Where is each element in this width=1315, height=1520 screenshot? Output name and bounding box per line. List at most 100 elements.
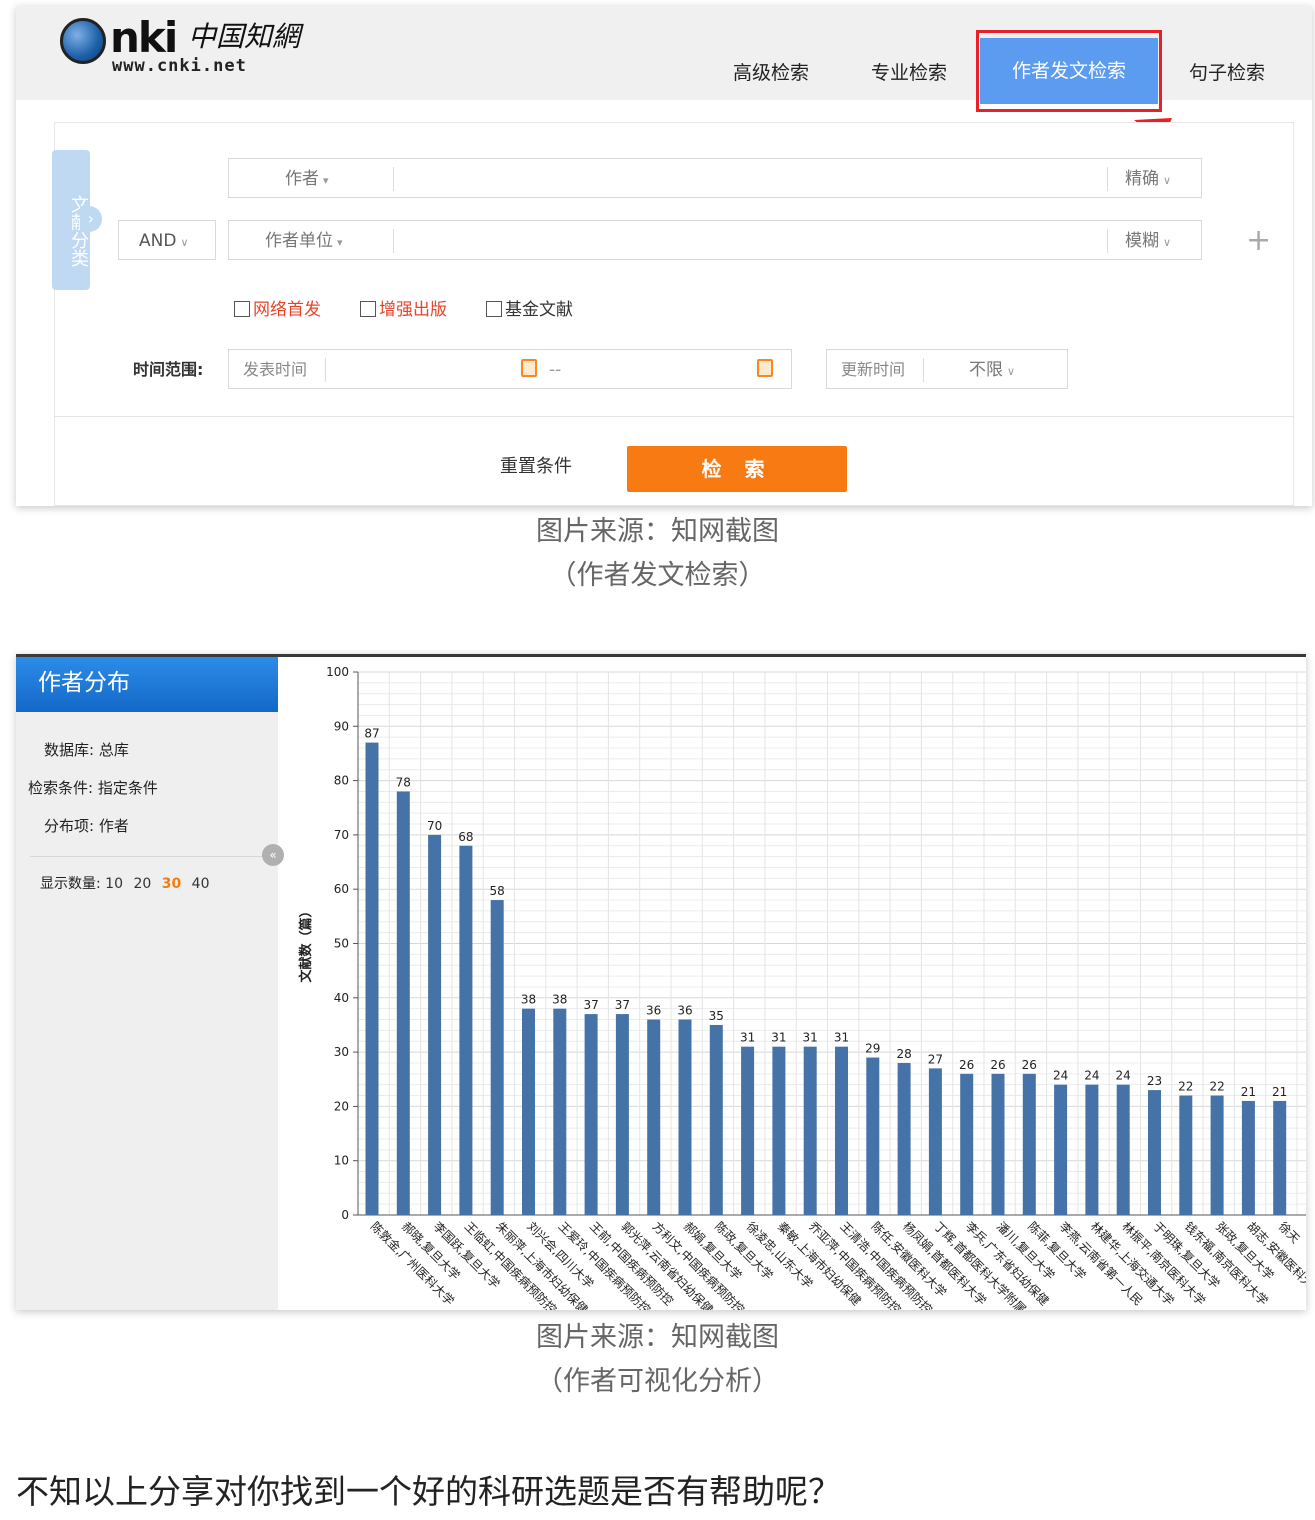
caret-down-icon: ▾ [337,236,343,249]
match-select-fuzzy[interactable]: 模糊 ∨ [1125,221,1171,263]
footer-question: 不知以上分享对你找到一个好的科研选题是否有帮助呢？ [16,1472,841,1511]
publish-time-range: 发表时间 -- [228,349,792,389]
bar-value-label: 29 [865,1042,880,1056]
bar-value-label: 38 [552,993,567,1007]
count-option-40[interactable]: 40 [192,874,210,894]
bar [1148,1090,1161,1215]
tab-sentence-search[interactable]: 句子检索 [1172,56,1282,90]
y-tick-label: 10 [334,1154,349,1168]
checkbox-icon[interactable] [360,301,376,317]
affiliation-input[interactable] [397,225,1097,255]
y-tick-label: 40 [334,991,349,1005]
checkbox-enhanced[interactable]: 增强出版 [360,298,447,322]
count-option-10[interactable]: 10 [105,874,123,894]
bar [615,1014,629,1215]
chevron-down-icon: ∨ [180,236,189,249]
end-date-input[interactable] [573,354,749,384]
y-tick-label: 90 [334,719,349,733]
count-option-30[interactable]: 30 [162,874,181,894]
caret-down-icon: ▾ [323,174,329,187]
update-time-value[interactable]: 不限 ∨ [969,350,1015,392]
logo-text: nki [110,13,178,62]
affiliation-search-row: 作者单位 ▾ 模糊 ∨ [228,220,1202,260]
bar-value-label: 26 [990,1058,1005,1072]
bar-value-label: 22 [1209,1080,1224,1094]
bar-value-label: 28 [896,1047,911,1061]
bar [897,1062,911,1215]
bar-value-label: 24 [1116,1069,1131,1083]
display-count-label: 显示数量: [40,876,101,892]
bar [396,791,410,1215]
bar [1022,1073,1036,1215]
bar-value-label: 37 [615,998,630,1012]
form-divider [54,416,1294,417]
calendar-icon[interactable] [521,359,537,377]
caption-2-source: 图片来源：知网截图 [536,1322,779,1353]
bar-value-label: 24 [1053,1069,1068,1083]
bar [741,1046,755,1215]
bar-value-label: 38 [521,993,536,1007]
bar [490,900,504,1215]
bar [1116,1084,1130,1215]
bar [835,1046,848,1215]
publish-time-label: 发表时间 [243,360,308,379]
bar [1210,1095,1224,1215]
caption-1-title: （作者发文检索） [549,560,766,591]
time-range-label: 时间范围: [133,360,204,379]
add-row-plus-icon[interactable]: + [1246,226,1271,256]
bar-value-label: 87 [364,727,379,741]
checkbox-icon[interactable] [486,301,502,317]
bar [1054,1084,1068,1215]
bar [365,742,379,1215]
caption-1-source: 图片来源：知网截图 [536,516,779,547]
author-input[interactable] [397,163,1097,193]
calendar-icon[interactable] [757,359,773,377]
bar [428,834,442,1215]
start-date-input[interactable] [329,354,515,384]
bar [928,1068,942,1215]
bar [678,1019,692,1215]
bar-value-label: 23 [1147,1074,1162,1088]
checkbox-icon[interactable] [234,301,250,317]
bar [772,1046,786,1215]
logo-chinese: 中国知網 [188,20,301,53]
bar-value-label: 26 [1022,1058,1037,1072]
chevron-down-icon: ∨ [1007,365,1016,378]
tab-professional-search[interactable]: 专业检索 [854,56,964,90]
top-border-strip [16,654,1306,657]
bar [803,1046,817,1215]
info-database: 数据库: 总库 [44,741,129,759]
checkbox-online-first[interactable]: 网络首发 [234,298,321,322]
bar-value-label: 21 [1272,1085,1287,1099]
bar-value-label: 24 [1084,1069,1099,1083]
bar-value-label: 37 [583,998,598,1012]
bar [1273,1100,1287,1215]
field-select-author[interactable]: 作者 ▾ [285,159,329,201]
update-time-label: 更新时间 [841,360,906,379]
cnki-globe-icon [60,18,106,64]
update-time-select[interactable]: 更新时间 不限 ∨ [826,349,1068,389]
tab-advanced-search[interactable]: 高级检索 [716,56,826,90]
bar-value-label: 58 [490,884,505,898]
checkbox-fund[interactable]: 基金文献 [486,298,573,322]
bar-value-label: 21 [1241,1085,1256,1099]
bar-value-label: 27 [928,1052,943,1066]
y-axis-title: 文献数（篇） [298,904,314,982]
range-separator: -- [549,360,562,380]
search-button[interactable]: 检 索 [627,446,847,492]
match-select-exact[interactable]: 精确 ∨ [1125,159,1171,201]
field-select-affiliation[interactable]: 作者单位 ▾ [265,221,343,263]
reset-button[interactable]: 重置条件 [486,451,586,483]
y-tick-label: 60 [334,882,349,896]
bar [866,1057,880,1215]
count-option-20[interactable]: 20 [133,874,151,894]
logo-url: www.cnki.net [112,56,247,76]
y-tick-label: 100 [326,665,349,679]
logic-select[interactable]: AND ∨ [118,220,216,260]
bar-value-label: 31 [834,1031,849,1045]
y-tick-label: 80 [334,774,349,788]
author-distribution-screenshot: 作者分布 数据库: 总库 检索条件: 指定条件 分布项: 作者 « 显示数量: … [16,654,1306,1310]
bar-value-label: 36 [646,1004,661,1018]
bar [459,845,473,1215]
bar-value-label: 31 [740,1031,755,1045]
